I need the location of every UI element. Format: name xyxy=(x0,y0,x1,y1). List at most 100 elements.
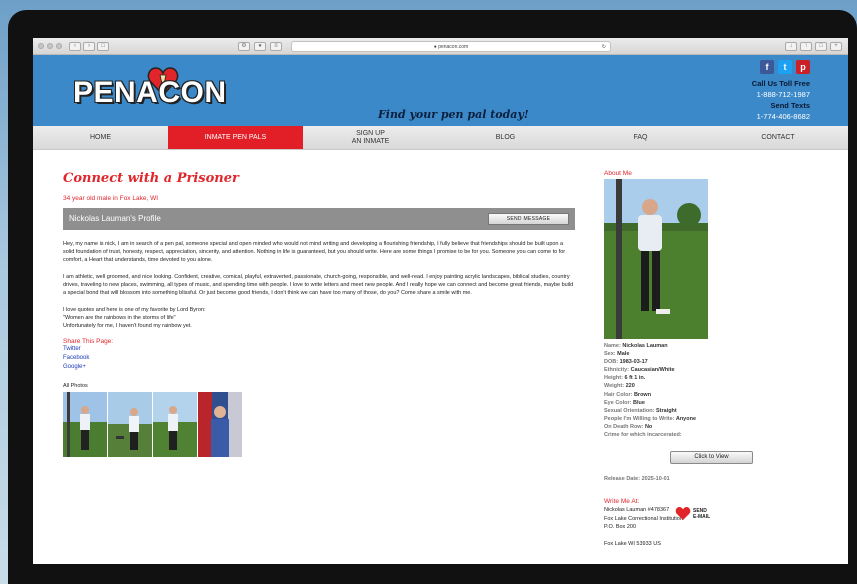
release-date: Release Date: 2025-10-01 xyxy=(604,476,804,482)
back-button[interactable]: ‹ xyxy=(69,42,81,51)
about-fields: Name: Nickolas Lauman Sex: Male DOB: 1983-… xyxy=(604,342,804,439)
text-label: Send Texts xyxy=(770,101,810,110)
zoom-window-button[interactable] xyxy=(56,43,62,49)
facebook-icon[interactable]: f xyxy=(760,60,774,74)
about-field: Sex: Male xyxy=(604,350,804,358)
profile-heading: Nickolas Lauman's Profile xyxy=(69,214,161,223)
contact-info: Call Us Toll Free 1-888-712-1987 Send Te… xyxy=(752,78,810,122)
bio-text: Hey, my name is nick, I am in search of … xyxy=(63,240,575,330)
nav-item-sign-up-an-inmate[interactable]: SIGN UP AN INMATE xyxy=(303,126,438,149)
browser-window: ‹ › □ ⚙ ● ≡ ● penacon.com ↻ ↓ ↑ □ + PENA… xyxy=(33,38,848,564)
download-icon[interactable]: ↓ xyxy=(785,42,797,51)
profile-subtitle: 34 year old male in Fox Lake, WI xyxy=(63,195,159,202)
main-content: Connect with a Prisoner 34 year old male… xyxy=(33,150,848,564)
about-field: Sexual Orientation: Straight xyxy=(604,407,804,415)
about-field: Name: Nickolas Lauman xyxy=(604,342,804,350)
close-window-button[interactable] xyxy=(38,43,44,49)
address-bar[interactable]: ● penacon.com ↻ xyxy=(291,41,611,52)
share-links: Twitter Facebook Google+ xyxy=(63,345,575,372)
field-value: No xyxy=(644,423,653,430)
social-links: ftp xyxy=(760,60,810,74)
about-field: DOB: 1983-03-17 xyxy=(604,358,804,366)
field-label: Hair Color: xyxy=(604,391,634,398)
send-message-button[interactable]: SEND MESSAGE xyxy=(488,213,569,225)
share-title: Share This Page: xyxy=(63,338,114,345)
pinterest-icon[interactable]: p xyxy=(796,60,810,74)
text-number[interactable]: 1-774-406-8682 xyxy=(752,111,810,122)
write-title: Write Me At: xyxy=(604,498,640,506)
field-value: Male xyxy=(617,351,630,358)
bio-paragraph: Hey, my name is nick, I am in search of … xyxy=(63,241,566,263)
browser-toolbar: ‹ › □ ⚙ ● ≡ ● penacon.com ↻ ↓ ↑ □ + xyxy=(33,38,848,55)
release-label: Release Date: xyxy=(604,476,641,483)
twitter-icon[interactable]: t xyxy=(778,60,792,74)
about-column: About Me Name: Nickolas Lauman Sex: Male D… xyxy=(604,150,804,548)
field-label: On Death Row: xyxy=(604,423,645,430)
photos-label: All Photos xyxy=(63,383,88,389)
share-link-twitter[interactable]: Twitter xyxy=(63,345,575,354)
call-number[interactable]: 1-888-712-1987 xyxy=(752,89,810,100)
settings-icon[interactable]: ⚙ xyxy=(238,42,250,51)
photo-thumbnail[interactable] xyxy=(153,392,197,457)
click-to-view-button[interactable]: Click to View xyxy=(670,451,753,465)
site-header: PENACON Find your pen pal today! ftp Cal… xyxy=(33,55,848,126)
field-value: 1983-03-17 xyxy=(619,359,648,366)
field-value: Nickolas Lauman xyxy=(622,343,668,349)
tagline: Find your pen pal today! xyxy=(378,108,529,121)
window-controls xyxy=(38,43,62,49)
url-text: penacon.com xyxy=(438,44,469,50)
field-value: Anyone xyxy=(675,415,697,422)
about-field: Eye Color: Blue xyxy=(604,399,804,407)
field-label: Eye Color: xyxy=(604,399,634,406)
nav-item-contact[interactable]: CONTACT xyxy=(708,126,848,149)
about-field: Weight: 220 xyxy=(604,382,804,390)
reload-icon[interactable]: ↻ xyxy=(602,42,606,52)
toolbar-right: ↓ ↑ □ + xyxy=(785,42,842,51)
address-line: Fox Lake WI 53933 US xyxy=(604,540,661,547)
share-link-facebook[interactable]: Facebook xyxy=(63,354,575,363)
address-line xyxy=(604,531,804,539)
field-value: Blue xyxy=(633,399,645,406)
about-field: People I'm Willing to Write: Anyone xyxy=(604,415,804,423)
photo-thumbnail[interactable] xyxy=(63,392,107,457)
address-line: P.O. Box 200 xyxy=(604,523,637,530)
bio-paragraph: I love quotes and here is one of my favo… xyxy=(63,307,206,329)
menu-icon[interactable]: ≡ xyxy=(270,42,282,51)
send-email-button[interactable]: SEND E-MAIL xyxy=(675,506,710,521)
about-field: Ethnicity: Caucasian/White xyxy=(604,366,804,374)
field-label: Sex: xyxy=(604,351,618,358)
tabs-icon[interactable]: □ xyxy=(815,42,827,51)
nav-item-home[interactable]: HOME xyxy=(33,126,168,149)
profile-photo[interactable] xyxy=(604,179,708,339)
about-title: About Me xyxy=(604,170,632,177)
field-label: DOB: xyxy=(604,359,620,366)
history-buttons: ‹ › □ xyxy=(69,42,109,51)
field-value: 220 xyxy=(625,383,635,390)
field-label: Weight: xyxy=(604,383,626,390)
photo-thumbnail[interactable] xyxy=(108,392,152,457)
about-field: Crime for which incarcerated: xyxy=(604,431,804,439)
photo-4 xyxy=(198,392,242,457)
photo-thumbnail[interactable] xyxy=(198,392,242,457)
site-logo[interactable]: PENACON xyxy=(73,63,253,113)
field-value: Straight xyxy=(655,407,677,414)
share-icon[interactable]: ↑ xyxy=(800,42,812,51)
nav-item-inmate-pen-pals[interactable]: INMATE PEN PALS xyxy=(168,126,303,149)
profile-column: Connect with a Prisoner 34 year old male… xyxy=(63,150,575,457)
minimize-window-button[interactable] xyxy=(47,43,53,49)
call-label: Call Us Toll Free xyxy=(751,79,810,88)
field-label: People I'm Willing to Write: xyxy=(604,415,676,422)
nav-item-blog[interactable]: BLOG xyxy=(438,126,573,149)
new-tab-button[interactable]: + xyxy=(830,42,842,51)
forward-button[interactable]: › xyxy=(83,42,95,51)
nav-item-faq[interactable]: FAQ xyxy=(573,126,708,149)
photo-1 xyxy=(63,392,107,457)
profile-heading-bar: Nickolas Lauman's Profile SEND MESSAGE xyxy=(63,208,575,230)
field-value: Caucasian/White xyxy=(630,367,675,374)
sidebar-toggle-button[interactable]: □ xyxy=(97,42,109,51)
logo-text: PENACON xyxy=(73,76,227,109)
bio-paragraph: I am athletic, well groomed, and nice lo… xyxy=(63,274,574,296)
reader-icon[interactable]: ● xyxy=(254,42,266,51)
field-label: Sexual Orientation: xyxy=(604,407,656,414)
share-link-google[interactable]: Google+ xyxy=(63,363,575,372)
